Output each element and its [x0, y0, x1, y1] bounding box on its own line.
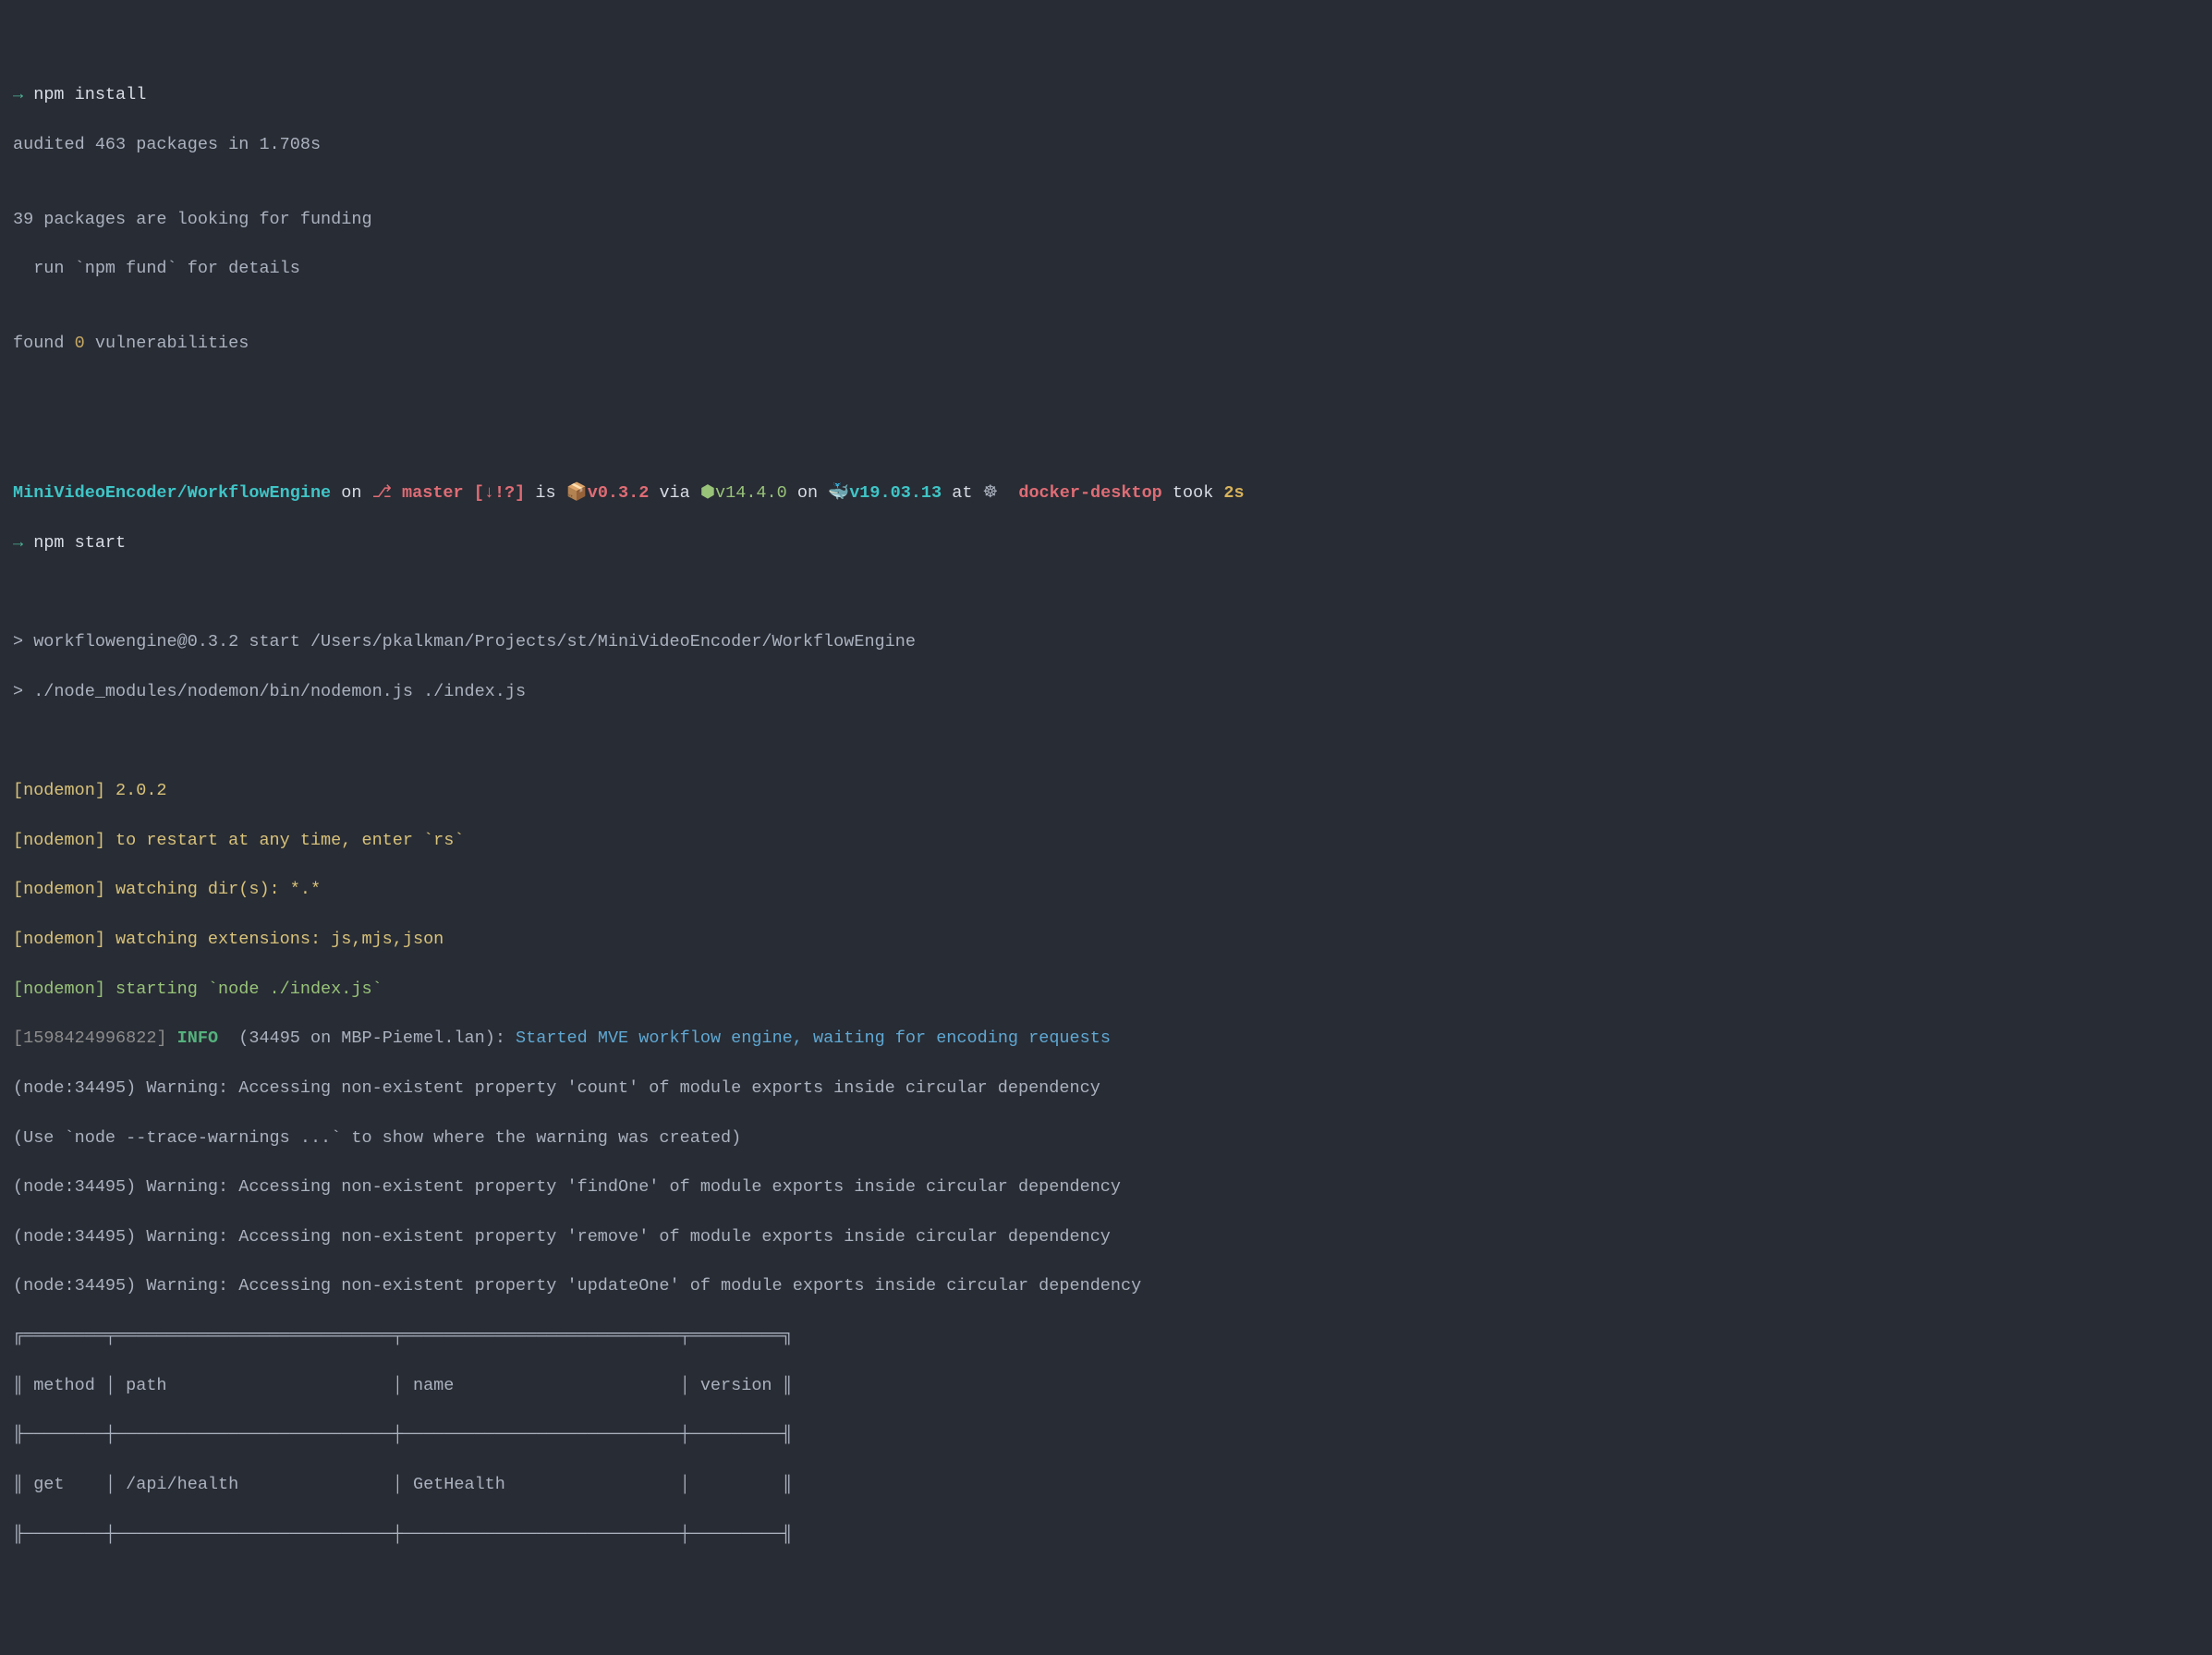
node-icon: ⬢ — [700, 481, 715, 501]
output-funding-2: run `npm fund` for details — [13, 257, 2199, 282]
log-meta: (34495 on MBP-Piemel.lan): — [218, 1028, 516, 1048]
log-timestamp: 1598424996822 — [23, 1028, 156, 1048]
node-warning: (node:34495) Warning: Accessing non-exis… — [13, 1225, 2199, 1250]
prompt-arrow: → — [13, 533, 23, 553]
log-line: [1598424996822] INFO (34495 on MBP-Pieme… — [13, 1027, 2199, 1052]
command-text: npm start — [23, 533, 126, 553]
prompt-duration: 2s — [1223, 483, 1244, 503]
prompt-path: MiniVideoEncoder/WorkflowEngine — [13, 483, 331, 503]
table-row: ║ get │ /api/health │ GetHealth │ ║ — [13, 1473, 2199, 1498]
vuln-count: 0 — [75, 334, 85, 353]
nodemon-line: [nodemon] watching dir(s): *.* — [13, 878, 2199, 903]
terminal-line-1: → npm install — [13, 83, 2199, 108]
node-warning: (node:34495) Warning: Accessing non-exis… — [13, 1077, 2199, 1101]
node-warning-hint: (Use `node --trace-warnings ...` to show… — [13, 1126, 2199, 1151]
npm-script-line-2: > ./node_modules/nodemon/bin/nodemon.js … — [13, 680, 2199, 705]
blank-line — [13, 381, 2199, 406]
package-icon: 📦 — [566, 481, 588, 501]
nodemon-starting-line: [nodemon] starting `node ./index.js` — [13, 978, 2199, 1003]
prompt-line: MiniVideoEncoder/WorkflowEngine on ⎇ mas… — [13, 480, 2199, 506]
git-branch-icon: ⎇ — [372, 483, 392, 503]
blank-line — [13, 581, 2199, 606]
terminal-line-command-2: → npm start — [13, 531, 2199, 556]
table-header-row: ║ method │ path │ name │ version ║ — [13, 1374, 2199, 1399]
nodemon-line: [nodemon] watching extensions: js,mjs,js… — [13, 928, 2199, 953]
node-warning: (node:34495) Warning: Accessing non-exis… — [13, 1175, 2199, 1200]
log-message: Started MVE workflow engine, waiting for… — [516, 1028, 1111, 1048]
prompt-arrow: → — [13, 85, 23, 104]
table-border-top: ╔════════╤═══════════════════════════╤══… — [13, 1324, 2199, 1349]
docker-icon: 🐳 — [828, 481, 849, 501]
k8s-context: docker-desktop — [998, 483, 1162, 503]
kubernetes-icon: ☸ — [983, 481, 999, 501]
node-version: v14.4.0 — [715, 483, 787, 503]
npm-script-line-1: > workflowengine@0.3.2 start /Users/pkal… — [13, 630, 2199, 655]
nodemon-line: [nodemon] to restart at any time, enter … — [13, 829, 2199, 854]
output-funding-1: 39 packages are looking for funding — [13, 208, 2199, 233]
docker-version: v19.03.13 — [849, 483, 942, 503]
output-audited: audited 463 packages in 1.708s — [13, 133, 2199, 158]
table-separator: ╟────────┼───────────────────────────┼──… — [13, 1423, 2199, 1448]
output-vulnerabilities: found 0 vulnerabilities — [13, 332, 2199, 357]
git-status-flags: [↓!?] — [474, 483, 526, 503]
git-branch: master — [392, 483, 474, 503]
package-version: v0.3.2 — [588, 483, 650, 503]
table-separator: ╟────────┼───────────────────────────┼──… — [13, 1523, 2199, 1548]
log-level: INFO — [177, 1028, 218, 1048]
command-text: npm install — [23, 85, 146, 104]
blank-line — [13, 431, 2199, 456]
node-warning: (node:34495) Warning: Accessing non-exis… — [13, 1274, 2199, 1299]
blank-line — [13, 730, 2199, 755]
nodemon-line: [nodemon] 2.0.2 — [13, 779, 2199, 804]
